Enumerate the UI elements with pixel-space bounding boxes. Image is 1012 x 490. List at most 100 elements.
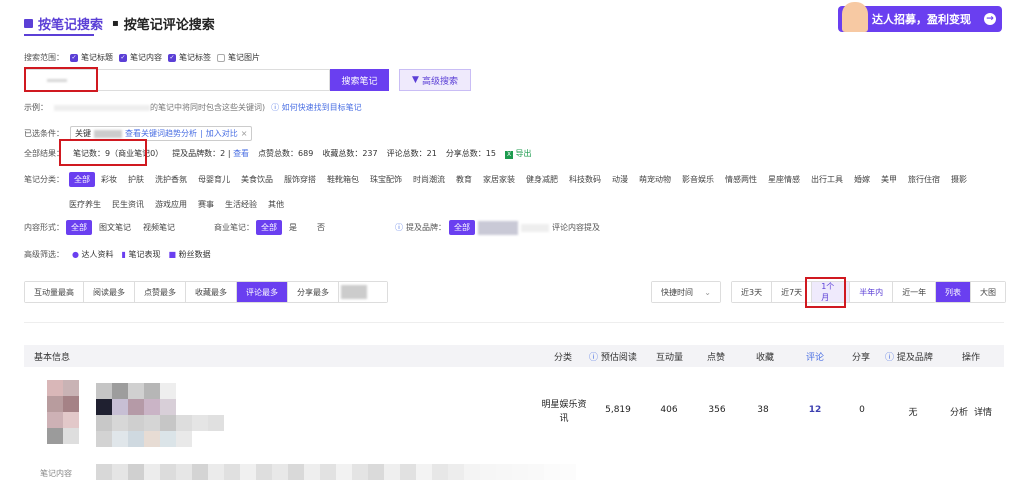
help-icon: ⓘ (589, 352, 599, 363)
performance-filter[interactable]: ▮ 笔记表现 (122, 249, 161, 260)
note-icon (24, 19, 33, 28)
note-thumbnail (47, 380, 79, 444)
content-form-video[interactable]: 视频笔记 (138, 220, 180, 235)
category-chip[interactable]: 鞋靴箱包 (322, 172, 364, 187)
search-scope: 搜索范围： ✓ 笔记标题 ✓ 笔记内容 ✓ 笔记标签 笔记图片 (24, 52, 260, 63)
category-chip[interactable]: 生活经验 (220, 197, 262, 212)
category-chip[interactable]: 服饰穿搭 (279, 172, 321, 187)
row-read: 5,819 (605, 405, 631, 415)
influencer-filter[interactable]: ● 达人资料 (72, 249, 114, 260)
bar-chart-icon: ▮ (121, 250, 126, 259)
share-total: 分享总数：15 (445, 149, 496, 158)
category-filter: 笔记分类： 全部 彩妆 护肤 洗护香氛 母婴育儿 美食饮品 服饰穿搭 鞋靴箱包 珠宝配饰 时尚潮流… (24, 172, 1004, 212)
business-yes[interactable]: 是 (284, 220, 302, 235)
category-chip[interactable]: 摄影 (946, 172, 972, 187)
business-no[interactable]: 否 (312, 220, 330, 235)
sort-likes[interactable]: 点赞最多 (135, 282, 186, 302)
category-chip[interactable]: 母婴育儿 (193, 172, 235, 187)
category-chip[interactable]: 民生资讯 (107, 197, 149, 212)
search-button[interactable]: 搜索笔记 (330, 69, 389, 91)
tab-note-search[interactable]: 按笔记搜索 (24, 14, 103, 33)
checkbox-image[interactable]: 笔记图片 (217, 52, 260, 63)
time-1year[interactable]: 近一年 (893, 282, 936, 302)
tab-comment-search[interactable]: ▪ 按笔记评论搜索 (112, 14, 215, 33)
business-filter: 商业笔记： 全部 是 否 (214, 220, 330, 235)
trend-link[interactable]: 查看关键词趋势分析 (125, 128, 197, 139)
category-chip[interactable]: 家居家装 (478, 172, 520, 187)
category-chip[interactable]: 健身减肥 (521, 172, 563, 187)
category-chip[interactable]: 婚嫁 (849, 172, 875, 187)
export-button[interactable]: X 导出 (505, 148, 532, 159)
category-chip[interactable]: 情感两性 (720, 172, 762, 187)
view-list[interactable]: 列表 (936, 282, 971, 302)
arrow-right-icon: → (984, 13, 996, 25)
comment-total: 评论总数：21 (386, 149, 437, 158)
category-chip[interactable]: 美甲 (876, 172, 902, 187)
category-chip[interactable]: 美食饮品 (236, 172, 278, 187)
category-chip[interactable]: 医疗养生 (64, 197, 106, 212)
content-form-image[interactable]: 图文笔记 (94, 220, 136, 235)
likes-total: 点赞总数：689 (258, 149, 314, 158)
comment-icon: ▪ (112, 18, 119, 29)
check-icon: ✓ (119, 53, 127, 62)
category-chip[interactable]: 出行工具 (806, 172, 848, 187)
highlight-1month (805, 277, 846, 308)
category-chip[interactable]: 全部 (69, 172, 95, 187)
recruit-banner[interactable]: 达人招募，盈利变现 → (838, 2, 1002, 32)
fav-total: 收藏总数：237 (322, 149, 378, 158)
sort-by-comments[interactable]: 评论 (806, 350, 824, 363)
row-comments: 12 (808, 405, 822, 415)
add-compare-link[interactable]: 加入对比 (206, 128, 238, 139)
category-chip[interactable]: 教育 (451, 172, 477, 187)
category-chip[interactable]: 游戏应用 (150, 197, 192, 212)
view-grid[interactable]: 大图 (971, 282, 1005, 302)
help-link[interactable]: ⓘ 如何快速找到目标笔记 (271, 102, 362, 113)
content-form-all[interactable]: 全部 (66, 220, 92, 235)
brand-all[interactable]: 全部 (449, 220, 475, 235)
fans-filter[interactable]: ■ 粉丝数据 (168, 249, 210, 260)
category-chip[interactable]: 其他 (263, 197, 289, 212)
sort-comments[interactable]: 评论最多 (237, 282, 288, 302)
detail-link[interactable]: 详情 (971, 405, 995, 418)
category-chip[interactable]: 时尚潮流 (408, 172, 450, 187)
category-chip[interactable]: 旅行住宿 (903, 172, 945, 187)
analyze-link[interactable]: 分析 (947, 405, 971, 418)
highlight-note-count (59, 139, 147, 166)
sort-fav[interactable]: 收藏最多 (186, 282, 237, 302)
category-chip[interactable]: 护肤 (123, 172, 149, 187)
category-chip[interactable]: 萌宠动物 (634, 172, 676, 187)
category-chip[interactable]: 彩妆 (96, 172, 122, 187)
category-chip[interactable]: 科技数码 (564, 172, 606, 187)
sort-read[interactable]: 阅读最多 (84, 282, 135, 302)
category-chip[interactable]: 珠宝配饰 (365, 172, 407, 187)
time-select[interactable]: 快捷时间 ⌄ (651, 281, 721, 303)
time-3days[interactable]: 近3天 (732, 282, 773, 302)
sort-shares[interactable]: 分享最多 (288, 282, 339, 302)
checkbox-tag[interactable]: ✓ 笔记标签 (168, 52, 211, 63)
check-icon: ✓ (168, 53, 176, 62)
tab-active-indicator (24, 34, 94, 36)
category-chip[interactable]: 洗护香氛 (150, 172, 192, 187)
view-link[interactable]: 查看 (233, 149, 249, 158)
brand-filter: ⓘ 提及品牌： 全部 评论内容提及 (395, 220, 600, 235)
row-brand: 无 (908, 408, 918, 418)
sort-interaction[interactable]: 互动量最高 (25, 282, 84, 302)
category-chip[interactable]: 动漫 (607, 172, 633, 187)
time-half-year[interactable]: 半年内 (850, 282, 894, 302)
next-row-label: 笔记内容 (40, 469, 72, 478)
checkbox-title[interactable]: ✓ 笔记标题 (70, 52, 113, 63)
content-form-filter: 内容形式： 全部 图文笔记 视频笔记 (24, 220, 180, 235)
table-header: 基本信息 分类 ⓘ 预估阅读 互动量 点赞 收藏 评论 分享 ⓘ 提及品牌 操作 (24, 345, 1004, 367)
category-chip[interactable]: 赛事 (193, 197, 219, 212)
row-shares: 0 (859, 405, 865, 415)
row-interaction: 406 (660, 405, 678, 415)
advanced-search-button[interactable]: ▼ 高级搜索 (399, 69, 471, 91)
close-icon[interactable]: × (241, 129, 248, 138)
business-all[interactable]: 全部 (256, 220, 282, 235)
row-category: 明星娱乐资讯 (541, 400, 587, 424)
category-chip[interactable]: 影音娱乐 (677, 172, 719, 187)
category-chip[interactable]: 星座情感 (763, 172, 805, 187)
help-icon: ⓘ (395, 223, 403, 232)
checkbox-content[interactable]: ✓ 笔记内容 (119, 52, 162, 63)
brand-comment-mention[interactable]: 评论内容提及 (552, 222, 600, 233)
